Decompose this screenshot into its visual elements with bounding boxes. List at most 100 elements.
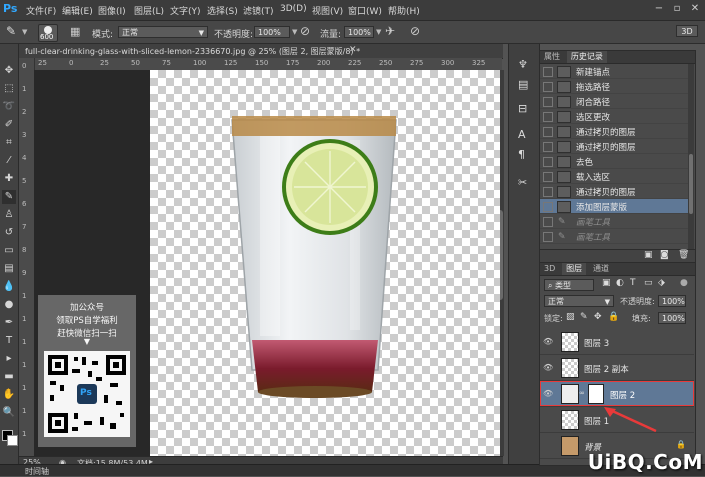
type-tool-icon[interactable]: T <box>2 334 16 348</box>
eye-hidden-icon[interactable] <box>543 415 553 424</box>
brush-tool-icon[interactable]: ✎ <box>2 190 16 204</box>
close-icon[interactable]: ✕ <box>688 3 702 15</box>
history-item[interactable]: 载入选区 <box>540 169 688 184</box>
history-item[interactable]: 选区更改 <box>540 109 688 124</box>
tools-icon[interactable]: ✂ <box>518 176 527 189</box>
trash-icon[interactable]: 🗑 <box>678 250 689 260</box>
layer-opacity-input[interactable]: 100% <box>658 295 686 307</box>
menu-select[interactable]: 选择(S) <box>207 4 238 17</box>
eye-icon[interactable]: 👁 <box>543 363 553 372</box>
lock-all-icon[interactable]: 🔒 <box>608 312 619 322</box>
lock-pixels-icon[interactable]: ✎ <box>580 312 588 322</box>
timeline-tab[interactable]: 时间轴 <box>25 466 49 477</box>
history-item[interactable]: ✎ 画笔工具 <box>540 229 688 244</box>
menu-file[interactable]: 文件(F) <box>26 4 56 17</box>
blend-mode-select[interactable]: 正常 ▼ <box>544 295 614 307</box>
history-brush-tool-icon[interactable]: ↺ <box>2 226 16 240</box>
eye-icon[interactable]: 👁 <box>543 337 553 346</box>
menu-edit[interactable]: 编辑(E) <box>62 4 93 17</box>
layer-kind-filter[interactable]: ⌕ 类型 <box>544 279 594 291</box>
history-item[interactable]: 通过拷贝的图层 <box>540 139 688 154</box>
brush-tool-icon[interactable]: ✎ <box>6 24 16 38</box>
zoom-tool-icon[interactable]: 🔍 <box>2 406 16 420</box>
menu-window[interactable]: 窗口(W) <box>348 4 382 17</box>
airbrush-icon[interactable]: ✈ <box>385 24 395 38</box>
tool-presets-icon[interactable]: ▤ <box>518 78 528 91</box>
layer-row[interactable]: 👁 图层 3 <box>540 329 694 355</box>
history-item[interactable]: 去色 <box>540 154 688 169</box>
fill-input[interactable]: 100% <box>658 312 686 324</box>
checkbox-icon[interactable] <box>543 172 553 182</box>
gradient-tool-icon[interactable]: ▤ <box>2 262 16 276</box>
history-item[interactable]: 闭合路径 <box>540 94 688 109</box>
checkbox-icon[interactable] <box>543 157 553 167</box>
eye-hidden-icon[interactable] <box>543 441 553 450</box>
history-item[interactable]: ✎ 画笔工具 <box>540 214 688 229</box>
scroll-thumb[interactable] <box>689 154 693 214</box>
checkbox-icon[interactable] <box>543 82 553 92</box>
menu-help[interactable]: 帮助(H) <box>388 4 420 17</box>
history-scrollbar[interactable] <box>688 64 694 249</box>
move-tool-icon[interactable]: ✥ <box>2 64 16 78</box>
document-tab[interactable]: full-clear-drinking-glass-with-sliced-le… <box>19 44 503 59</box>
align-icon[interactable]: ⊟ <box>518 102 527 115</box>
blur-tool-icon[interactable]: 💧 <box>2 280 16 294</box>
mode-select[interactable]: 正常 ▼ <box>118 26 208 38</box>
checkbox-icon[interactable] <box>543 67 553 77</box>
chevron-down-icon[interactable]: ▼ <box>376 28 381 36</box>
path-select-tool-icon[interactable]: ▸ <box>2 352 16 366</box>
checkbox-icon[interactable] <box>543 217 553 227</box>
checkbox-icon[interactable] <box>543 202 553 212</box>
marquee-tool-icon[interactable]: ⬚ <box>2 82 16 96</box>
menu-filter[interactable]: 滤镜(T) <box>243 4 274 17</box>
crop-tool-icon[interactable]: ⌗ <box>2 136 16 150</box>
history-item-selected[interactable]: 添加图层蒙版 <box>540 199 688 214</box>
pressure-size-icon[interactable]: ⊘ <box>410 24 420 38</box>
filter-adjustment-icon[interactable]: ◐ <box>616 278 624 288</box>
pressure-opacity-icon[interactable]: ⊘ <box>300 24 310 38</box>
filter-type-icon[interactable]: T <box>630 278 636 288</box>
history-item[interactable]: 通过拷贝的图层 <box>540 124 688 139</box>
hand-tool-icon[interactable]: ✋ <box>2 388 16 402</box>
history-item[interactable]: 拖选路径 <box>540 79 688 94</box>
canvas-transparent-image[interactable] <box>150 70 500 456</box>
eraser-tool-icon[interactable]: ▭ <box>2 244 16 258</box>
workspace-switcher[interactable]: 3D <box>676 25 698 37</box>
checkbox-icon[interactable] <box>543 142 553 152</box>
shape-tool-icon[interactable]: ▬ <box>2 370 16 384</box>
brush-panel-icon[interactable]: ▦ <box>70 25 80 38</box>
checkbox-icon[interactable] <box>543 187 553 197</box>
chevron-down-icon[interactable]: ▼ <box>292 28 297 36</box>
flow-input[interactable]: 100% <box>344 26 374 38</box>
menu-3d[interactable]: 3D(D) <box>280 4 307 14</box>
stamp-tool-icon[interactable]: ♙ <box>2 208 16 222</box>
checkbox-icon[interactable] <box>543 97 553 107</box>
filter-pixel-icon[interactable]: ▣ <box>602 278 611 288</box>
filter-smart-icon[interactable]: ⬗ <box>658 278 665 288</box>
filter-toggle-icon[interactable]: ● <box>680 278 688 288</box>
filter-shape-icon[interactable]: ▭ <box>644 278 653 288</box>
maximize-icon[interactable]: ▫ <box>670 3 684 15</box>
tab-channels[interactable]: 通道 <box>589 263 613 275</box>
tab-properties[interactable]: 属性 <box>540 51 564 63</box>
history-item[interactable]: 新建锚点 <box>540 64 688 79</box>
checkbox-icon[interactable] <box>543 232 553 242</box>
eyedropper-tool-icon[interactable]: ⁄ <box>2 154 16 168</box>
minimize-icon[interactable]: − <box>652 3 666 15</box>
menu-layer[interactable]: 图层(L) <box>134 4 164 17</box>
lock-position-icon[interactable]: ✥ <box>594 312 602 322</box>
brush-preset-picker[interactable]: 600 <box>38 24 58 42</box>
lasso-tool-icon[interactable]: ➰ <box>2 100 16 114</box>
new-document-icon[interactable]: ▣ <box>644 250 653 260</box>
menu-image[interactable]: 图像(I) <box>98 4 126 17</box>
tab-3d[interactable]: 3D <box>540 263 559 275</box>
checkbox-icon[interactable] <box>543 112 553 122</box>
close-tab-icon[interactable]: ✕ <box>349 45 357 55</box>
menu-view[interactable]: 视图(V) <box>312 4 343 17</box>
healing-tool-icon[interactable]: ✚ <box>2 172 16 186</box>
paragraph-icon[interactable]: ¶ <box>518 148 525 161</box>
quick-select-tool-icon[interactable]: ✐ <box>2 118 16 132</box>
dodge-tool-icon[interactable]: ● <box>2 298 16 312</box>
history-brush-icon[interactable]: ♆ <box>518 58 528 71</box>
tab-history[interactable]: 历史记录 <box>566 51 607 63</box>
